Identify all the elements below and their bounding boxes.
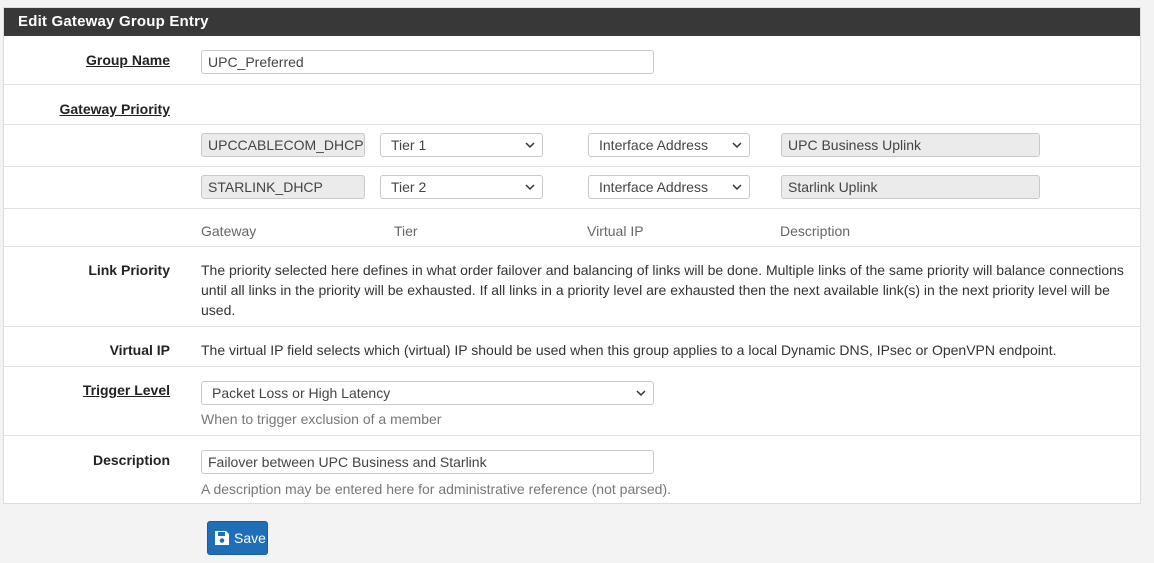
panel-title: Edit Gateway Group Entry [4, 8, 1140, 36]
gateway-group-panel: Edit Gateway Group Entry Group Name UPC_… [3, 7, 1141, 504]
gateway-entry-row: STARLINK_DHCP Tier 2 Interface Address S… [4, 167, 1140, 209]
virtual-ip-text: The virtual IP field selects which (virt… [201, 342, 1057, 358]
virtual-ip-select-value: Interface Address [599, 137, 708, 153]
chevron-down-icon [732, 184, 742, 191]
virtual-ip-label: Virtual IP [109, 342, 170, 358]
save-button-label: Save [234, 530, 266, 546]
trigger-level-label: Trigger Level [82, 382, 170, 398]
description-help: A description may be entered here for ad… [201, 481, 672, 497]
chevron-down-icon [732, 142, 742, 149]
gateway-description-field: UPC Business Uplink [781, 133, 1040, 157]
gateway-name-field: UPCCABLECOM_DHCP [201, 133, 365, 157]
chevron-down-icon [525, 184, 535, 191]
description-label: Description [92, 452, 170, 468]
group-name-row: Group Name UPC_Preferred [4, 36, 1140, 85]
save-button[interactable]: Save [207, 521, 268, 555]
chevron-down-icon [636, 390, 646, 397]
tier-select-value: Tier 2 [391, 179, 427, 195]
tier-select[interactable]: Tier 2 [380, 175, 543, 199]
link-priority-text: The priority selected here defines in wh… [201, 262, 1124, 318]
link-priority-row: Link Priority The priority selected here… [4, 247, 1140, 327]
gateway-name-field: STARLINK_DHCP [201, 175, 365, 199]
chevron-down-icon [525, 142, 535, 149]
trigger-level-row: Trigger Level Packet Loss or High Latenc… [4, 367, 1140, 436]
description-row: Description Failover between UPC Busines… [4, 436, 1140, 503]
column-header-tier: Tier [394, 223, 418, 239]
gateway-description-field: Starlink Uplink [781, 175, 1040, 199]
description-input[interactable]: Failover between UPC Business and Starli… [201, 450, 654, 474]
virtual-ip-row: Virtual IP The virtual IP field selects … [4, 327, 1140, 367]
tier-select-value: Tier 1 [391, 137, 427, 153]
column-header-virtual-ip: Virtual IP [587, 223, 644, 239]
floppy-disk-icon [215, 531, 229, 545]
virtual-ip-select[interactable]: Interface Address [588, 133, 750, 157]
virtual-ip-select[interactable]: Interface Address [588, 175, 750, 199]
column-header-gateway: Gateway [201, 223, 257, 239]
trigger-level-select-value: Packet Loss or High Latency [212, 385, 391, 401]
gateway-column-headers: Gateway Tier Virtual IP Description [4, 209, 1140, 247]
group-name-input[interactable]: UPC_Preferred [201, 50, 654, 74]
trigger-level-help: When to trigger exclusion of a member [201, 411, 442, 427]
group-name-label: Group Name [85, 52, 170, 68]
tier-select[interactable]: Tier 1 [380, 133, 543, 157]
gateway-priority-row: Gateway Priority [4, 85, 1140, 125]
gateway-entry-row: UPCCABLECOM_DHCP Tier 1 Interface Addres… [4, 125, 1140, 167]
gateway-priority-label: Gateway Priority [59, 101, 171, 117]
link-priority-label: Link Priority [88, 262, 170, 278]
column-header-description: Description [780, 223, 851, 239]
virtual-ip-select-value: Interface Address [599, 179, 708, 195]
trigger-level-select[interactable]: Packet Loss or High Latency [201, 381, 654, 405]
